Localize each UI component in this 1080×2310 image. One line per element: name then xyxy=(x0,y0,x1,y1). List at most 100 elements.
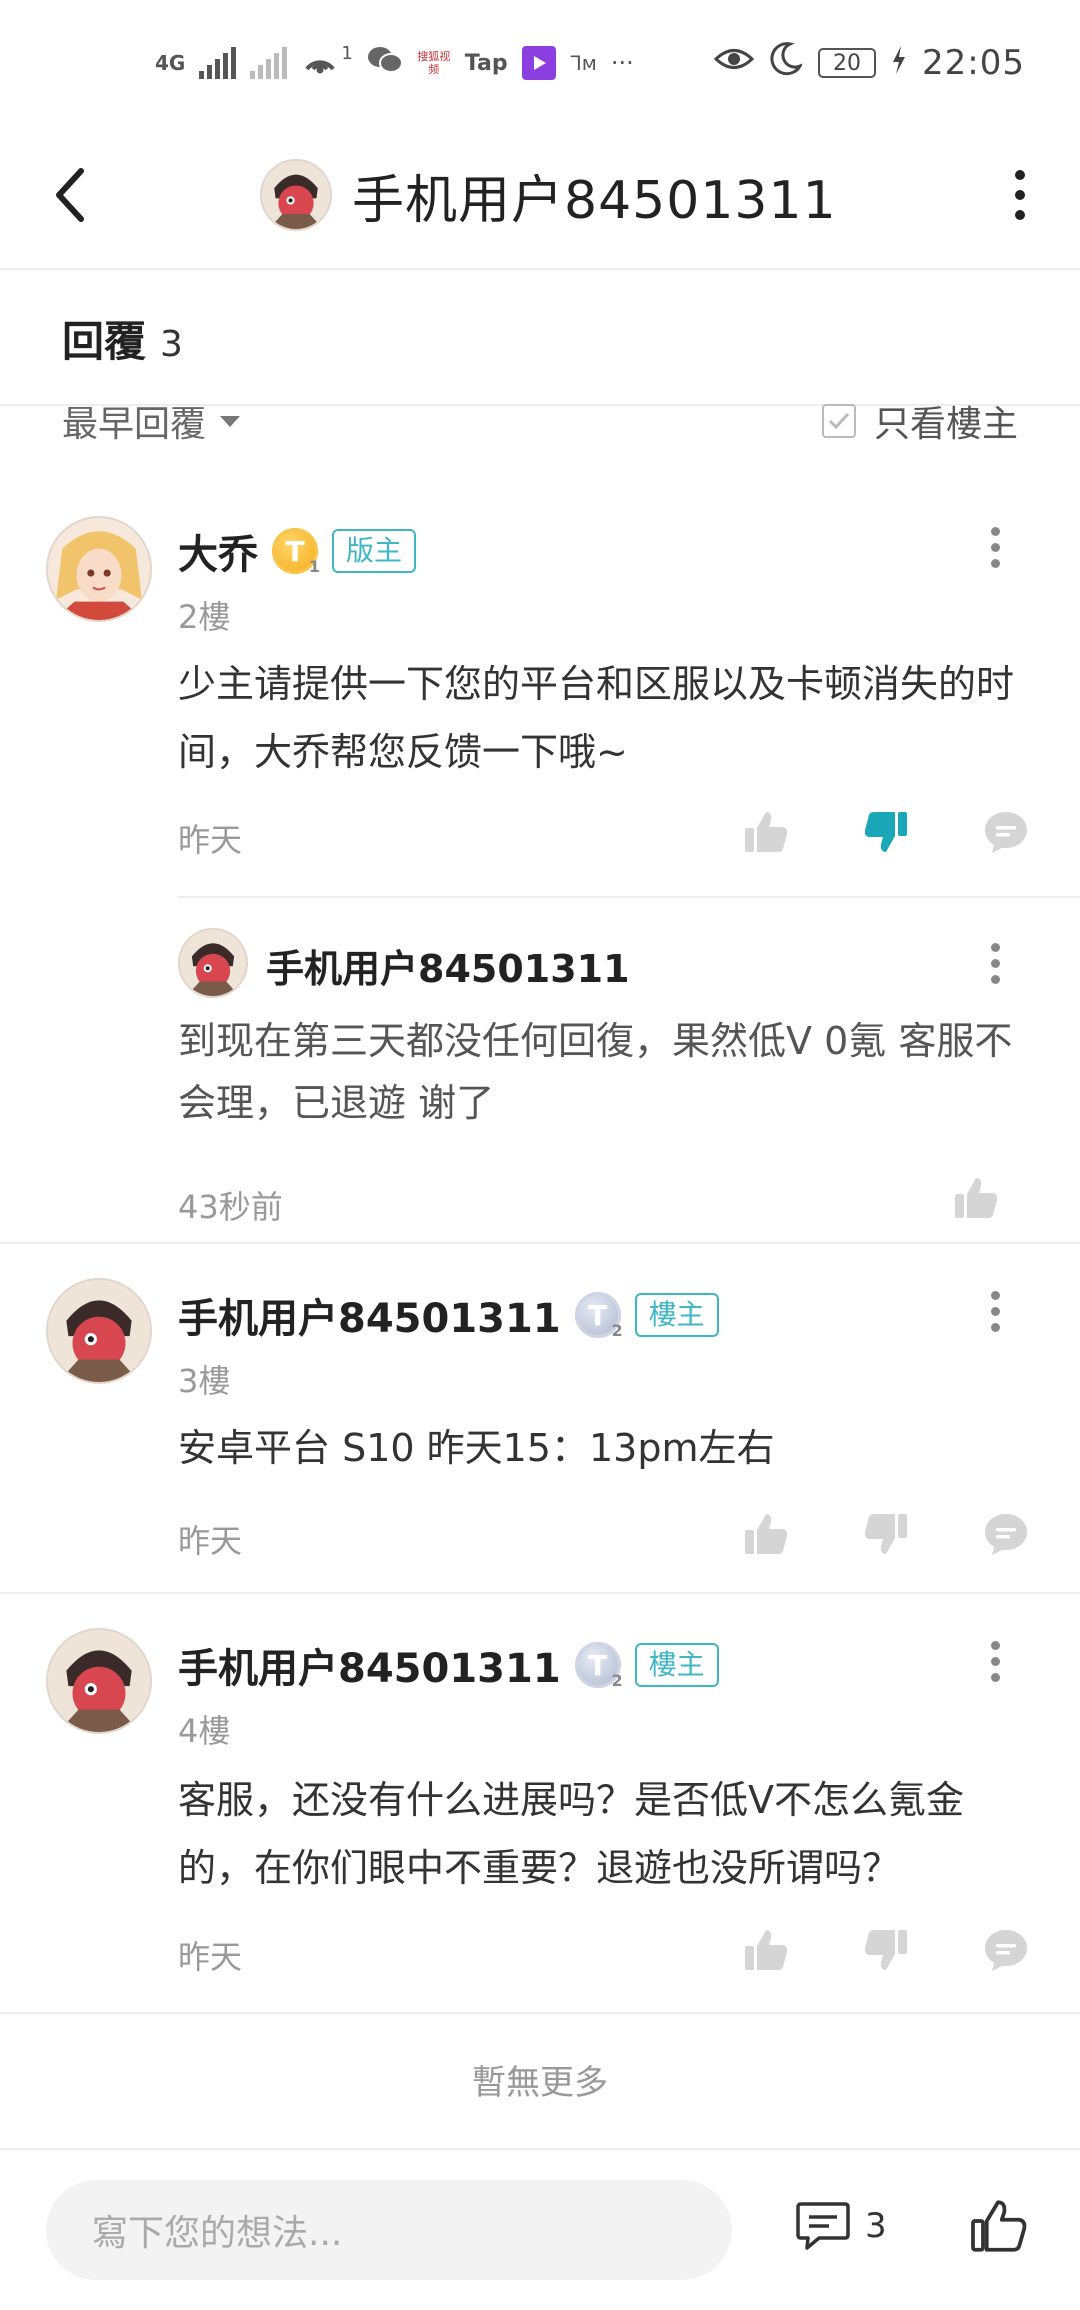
thumbs-up-icon xyxy=(745,1514,788,1554)
more-options-button[interactable] xyxy=(1000,160,1040,230)
subreply-divider xyxy=(178,896,1080,898)
floor-number: 4樓 xyxy=(178,1712,231,1750)
wifi-count: 1 xyxy=(341,42,353,64)
comment-text: 客服，还没有什么进展吗？是否低V不怎么氪金的，在你们眼中不重要？退遊也没所谓吗？ xyxy=(178,1778,964,1890)
comment-time: 昨天 xyxy=(178,1938,243,1976)
op-badge: 樓主 xyxy=(634,1643,719,1687)
only-op-label: 只看樓主 xyxy=(873,404,1018,445)
comment-floor-2: 大乔 T1 版主 2樓 少主请提供一下您的平台和区服以及卡顿消失的时间，大乔帮您… xyxy=(0,510,1080,1240)
no-more-label: 暫無更多 xyxy=(472,2063,608,2103)
comment-time: 昨天 xyxy=(178,821,243,859)
divider xyxy=(0,2012,1080,2014)
dot-icon xyxy=(1015,170,1025,180)
level-coin-icon: T1 xyxy=(272,528,320,576)
bottom-bar: 寫下您的想法... 3 xyxy=(0,2148,1080,2310)
top-nav-bar: 手机用户84501311 xyxy=(0,120,1080,270)
divider xyxy=(0,1242,1080,1244)
thumbs-up-icon xyxy=(745,812,788,852)
comment-floor-4: 手机用户84501311 T2 樓主 4樓 客服，还没有什么进展吗？是否低V不怎… xyxy=(0,1620,1080,2010)
thumbs-down-icon xyxy=(864,1930,907,1970)
moon-icon xyxy=(770,41,804,85)
tap-icon: Tap xyxy=(464,50,508,76)
like-button[interactable] xyxy=(738,1506,794,1562)
app-extra-icon: ᒣᴍ xyxy=(569,51,597,75)
replies-count: 3 xyxy=(160,324,183,365)
subreply-time: 43秒前 xyxy=(178,1188,283,1226)
comment-author-row: 大乔 T1 版主 xyxy=(178,522,417,580)
header-avatar[interactable] xyxy=(260,159,332,231)
thumbs-up-icon xyxy=(745,1930,788,1970)
comments-button[interactable]: 3 xyxy=(795,2200,887,2252)
level-number: 2 xyxy=(611,1671,623,1690)
hotspot-icon xyxy=(301,43,339,84)
level-coin-icon: T2 xyxy=(574,1292,623,1340)
checkbox-icon[interactable] xyxy=(821,404,856,438)
user-avatar[interactable] xyxy=(46,516,152,622)
user-avatar[interactable] xyxy=(46,1628,152,1734)
sort-dropdown[interactable]: 最早回覆 xyxy=(62,395,241,447)
dislike-button[interactable] xyxy=(858,1506,914,1562)
level-coin-icon: T2 xyxy=(574,1642,623,1690)
only-op-toggle[interactable]: 只看樓主 xyxy=(821,395,1018,447)
sohu-video-icon: 搜狐视频 xyxy=(417,50,451,76)
wechat-icon xyxy=(367,45,403,82)
replies-header: 回覆 3 xyxy=(62,308,183,369)
comment-bubble-icon xyxy=(985,1930,1027,1971)
thumbs-up-outline-icon xyxy=(971,2200,1027,2252)
thumbs-down-icon xyxy=(864,812,907,852)
subreply-more-button[interactable] xyxy=(980,938,1010,988)
level-letter: T xyxy=(588,1298,608,1332)
charging-icon xyxy=(892,43,906,83)
caret-down-icon xyxy=(220,415,241,427)
replies-label: 回覆 xyxy=(62,317,147,366)
floor-number: 2樓 xyxy=(178,598,231,636)
reply-button[interactable] xyxy=(978,804,1034,860)
video-app-icon xyxy=(521,46,556,80)
signal-2-icon xyxy=(250,47,288,79)
subreply-like-button[interactable] xyxy=(948,1170,1004,1226)
author-name[interactable]: 手机用户84501311 xyxy=(178,1286,561,1344)
like-button[interactable] xyxy=(738,804,794,860)
sort-label: 最早回覆 xyxy=(62,404,207,445)
dot-icon xyxy=(1015,190,1025,200)
comment-icon xyxy=(796,2202,850,2250)
more-notifications-icon: ··· xyxy=(610,49,634,77)
comment-more-button[interactable] xyxy=(980,1636,1010,1686)
user-avatar[interactable] xyxy=(46,1278,152,1384)
level-number: 1 xyxy=(308,557,320,576)
floor-number: 3樓 xyxy=(178,1362,231,1400)
comment-more-button[interactable] xyxy=(980,1286,1010,1336)
author-name[interactable]: 手机用户84501311 xyxy=(178,1636,561,1694)
comment-time: 昨天 xyxy=(178,1522,243,1560)
header-user[interactable]: 手机用户84501311 xyxy=(260,150,837,240)
comment-bubble-icon xyxy=(985,1514,1027,1555)
author-name[interactable]: 大乔 xyxy=(178,522,258,580)
level-number: 2 xyxy=(611,1321,623,1340)
network-label: 4G xyxy=(155,51,186,75)
like-post-button[interactable] xyxy=(968,2196,1028,2256)
comment-input[interactable]: 寫下您的想法... xyxy=(46,2180,732,2280)
subreply-text: 到现在第三天都没任何回復，果然低V 0氪 客服不会理，已退遊 谢了 xyxy=(178,1019,1013,1125)
clock: 22:05 xyxy=(922,43,1025,83)
op-badge: 樓主 xyxy=(634,1293,719,1337)
status-left: 4G 1 搜狐视频 Tap ᒣᴍ ··· xyxy=(155,38,634,88)
comment-floor-3: 手机用户84501311 T2 樓主 3樓 安卓平台 S10 昨天15：13pm… xyxy=(0,1270,1080,1590)
battery-icon: 20 xyxy=(818,48,877,78)
like-button[interactable] xyxy=(738,1922,794,1978)
page-title: 手机用户84501311 xyxy=(352,170,837,231)
dislike-button[interactable] xyxy=(858,804,914,860)
comment-more-button[interactable] xyxy=(980,522,1010,572)
level-letter: T xyxy=(588,1648,608,1682)
dislike-button[interactable] xyxy=(858,1922,914,1978)
subreply-avatar[interactable] xyxy=(178,928,248,998)
reply-button[interactable] xyxy=(978,1506,1034,1562)
dot-icon xyxy=(1015,210,1025,220)
moderator-badge: 版主 xyxy=(332,529,417,573)
status-bar: 4G 1 搜狐视频 Tap ᒣᴍ ··· 20 22:05 xyxy=(0,0,1080,120)
reply-button[interactable] xyxy=(978,1922,1034,1978)
signal-icon xyxy=(199,47,237,79)
comment-author-row: 手机用户84501311 T2 樓主 xyxy=(178,1636,719,1694)
subreply-author-name[interactable]: 手机用户84501311 xyxy=(266,938,630,993)
back-button[interactable] xyxy=(40,155,100,235)
comment-text: 少主请提供一下您的平台和区服以及卡顿消失的时间，大乔帮您反馈一下哦~ xyxy=(178,662,1015,774)
